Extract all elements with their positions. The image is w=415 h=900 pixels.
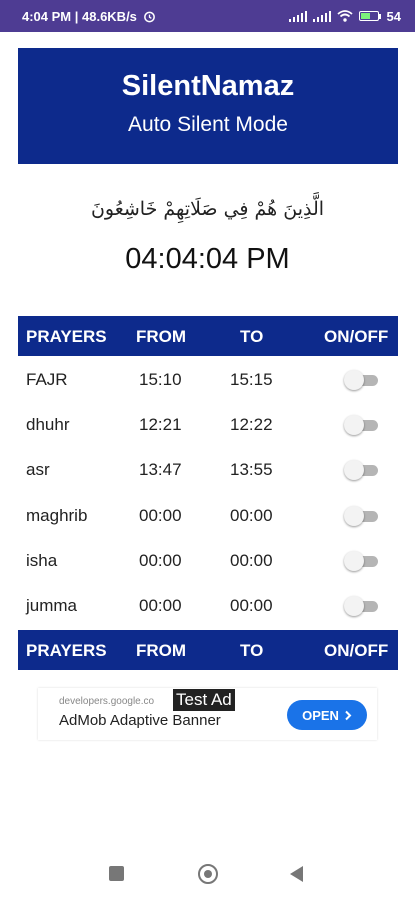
battery-icon [358,11,381,21]
signal-icon [312,10,331,22]
footer-from: FROM [136,641,187,660]
header-on-off: ON/OFF [324,327,389,346]
prayer-from-time[interactable]: 13:47 [139,460,182,480]
prayer-to-time[interactable]: 13:55 [230,460,273,480]
prayer-from-time[interactable]: 00:00 [139,596,182,616]
toggle-switch[interactable] [344,370,378,390]
footer-on-off: ON/OFF [324,641,389,660]
toggle-switch[interactable] [344,551,378,571]
prayer-to-time[interactable]: 00:00 [230,596,273,616]
recents-icon[interactable] [109,866,124,881]
test-ad-label: Test Ad [173,689,235,711]
prayer-name: dhuhr [26,415,70,434]
app-title: SilentNamaz [121,70,295,102]
status-bar: 4:04 PM | 48.6KB/s 54 [0,0,415,32]
battery-level: 54 [386,8,401,24]
header-from: FROM [136,327,187,346]
status-left: 4:04 PM | 48.6KB/s [22,9,156,24]
footer-to: TO [240,641,264,660]
header-prayers: PRAYERS [26,327,107,346]
prayer-name: isha [26,551,58,570]
prayer-from-time[interactable]: 12:21 [139,415,182,435]
ad-source: developers.google.co [59,696,155,707]
app-header: SilentNamaz Auto Silent Mode [18,48,398,164]
toggle-switch[interactable] [344,506,378,526]
prayer-name: maghrib [26,506,88,525]
prayer-row-isha: isha 00:00 00:00 [18,538,398,583]
ad-headline: AdMob Adaptive Banner [59,712,221,729]
prayer-row-dhuhr: dhuhr 12:21 12:22 [18,402,398,447]
prayer-from-time[interactable]: 15:10 [139,370,182,390]
prayer-row-maghrib: maghrib 00:00 00:00 [18,493,398,538]
prayer-to-time[interactable]: 12:22 [230,415,273,435]
prayer-row-jumma: jumma 00:00 00:00 [18,583,398,628]
chevron-right-icon [345,710,352,720]
ad-open-button[interactable]: OPEN [287,700,367,730]
prayer-name: jumma [26,596,78,615]
table-header: PRAYERS FROM TO ON/OFF [18,316,398,356]
navigation-bar [0,850,415,900]
wifi-icon [336,10,353,22]
quran-verse: الَّذِينَ هُمْ فِي صَلَاتِهِمْ خَاشِعُون… [90,198,325,220]
prayer-to-time[interactable]: 00:00 [230,551,273,571]
back-icon[interactable] [290,866,303,882]
footer-prayers: PRAYERS [26,641,107,660]
toggle-switch[interactable] [344,415,378,435]
prayer-to-time[interactable]: 15:15 [230,370,273,390]
alarm-icon [144,11,155,22]
status-time-speed: 4:04 PM | 48.6KB/s [22,8,137,24]
prayer-name: FAJR [26,370,68,389]
toggle-switch[interactable] [344,596,378,616]
header-to: TO [240,327,264,346]
prayer-row-fajr: FAJR 15:10 15:15 [18,357,398,402]
current-time: 04:04:04 PM [125,243,290,275]
ad-banner[interactable]: developers.google.co AdMob Adaptive Bann… [38,688,377,740]
table-footer: PRAYERS FROM TO ON/OFF [18,630,398,670]
ad-open-label: OPEN [302,707,339,723]
home-icon[interactable] [198,864,218,884]
prayer-row-asr: asr 13:47 13:55 [18,447,398,492]
signal-icon [288,10,307,22]
prayer-from-time[interactable]: 00:00 [139,506,182,526]
status-right: 54 [288,8,401,24]
app-subtitle: Auto Silent Mode [128,113,288,136]
prayer-from-time[interactable]: 00:00 [139,551,182,571]
prayer-name: asr [26,460,50,479]
toggle-switch[interactable] [344,460,378,480]
prayer-to-time[interactable]: 00:00 [230,506,273,526]
